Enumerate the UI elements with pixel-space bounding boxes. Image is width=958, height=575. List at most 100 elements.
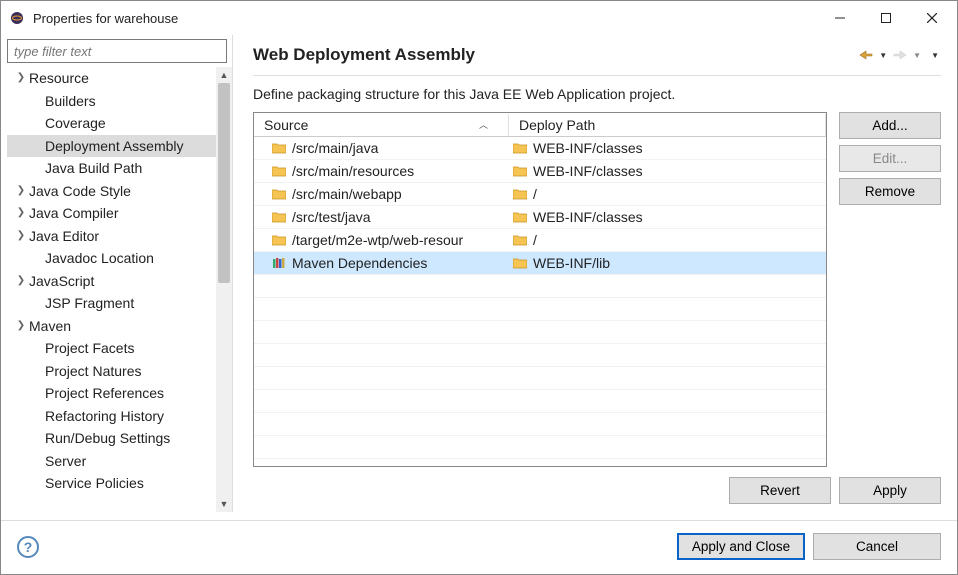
category-tree[interactable]: ❯Resource❯Builders❯Coverage❯Deployment A… (7, 67, 216, 512)
table-row[interactable]: /src/main/java WEB-INF/classes (254, 137, 826, 160)
sidebar-item[interactable]: ❯Java Compiler (7, 202, 216, 225)
folder-icon (513, 257, 527, 269)
expand-icon[interactable]: ❯ (15, 180, 27, 203)
apply-and-close-button[interactable]: Apply and Close (677, 533, 805, 560)
help-icon[interactable]: ? (17, 536, 39, 558)
edit-button[interactable]: Edit... (839, 145, 941, 172)
source-cell: Maven Dependencies (292, 255, 427, 271)
minimize-button[interactable] (817, 3, 863, 33)
source-cell: /src/main/webapp (292, 186, 402, 202)
sidebar-item[interactable]: ❯JSP Fragment (7, 292, 216, 315)
back-menu-icon[interactable]: ▼ (877, 51, 889, 60)
sidebar-item[interactable]: ❯Run/Debug Settings (7, 427, 216, 450)
folder-icon (272, 142, 286, 154)
page-description: Define packaging structure for this Java… (253, 86, 941, 102)
table-row[interactable]: /src/test/javaWEB-INF/classes (254, 206, 826, 229)
sidebar-item[interactable]: ❯Javadoc Location (7, 247, 216, 270)
window-title: Properties for warehouse (33, 11, 817, 26)
close-button[interactable] (909, 3, 955, 33)
table-row-empty (254, 413, 826, 436)
scroll-thumb[interactable] (218, 83, 230, 283)
table-row-empty (254, 436, 826, 459)
folder-icon (272, 234, 286, 246)
column-header-source-label: Source (264, 117, 308, 133)
sidebar-item[interactable]: ❯Project Natures (7, 360, 216, 383)
sidebar-item[interactable]: ❯Coverage (7, 112, 216, 135)
sidebar-item-label: Run/Debug Settings (45, 427, 170, 450)
column-header-source[interactable]: Source ︿ (254, 114, 509, 136)
remove-button[interactable]: Remove (839, 178, 941, 205)
sidebar-item-label: Java Compiler (29, 202, 118, 225)
maximize-button[interactable] (863, 3, 909, 33)
table-row-empty (254, 367, 826, 390)
source-cell: /src/test/java (292, 209, 371, 225)
scroll-up-icon[interactable]: ▲ (216, 67, 232, 83)
divider (253, 75, 941, 76)
sidebar-item-label: Server (45, 450, 86, 473)
folder-icon (513, 188, 527, 200)
source-cell: /src/main/java (292, 140, 378, 156)
sidebar-item[interactable]: ❯Server (7, 450, 216, 473)
table-row[interactable]: /src/main/resourcesWEB-INF/classes (254, 160, 826, 183)
scroll-down-icon[interactable]: ▼ (216, 496, 232, 512)
sidebar-item[interactable]: ❯Java Build Path (7, 157, 216, 180)
sidebar-item-label: Coverage (45, 112, 106, 135)
expand-icon[interactable]: ❯ (15, 67, 27, 90)
source-cell: /target/m2e-wtp/web-resour (292, 232, 463, 248)
deploy-cell: WEB-INF/lib (533, 255, 610, 271)
titlebar: Properties for warehouse (1, 1, 957, 35)
column-header-deploy[interactable]: Deploy Path (509, 114, 826, 136)
folder-icon (513, 165, 527, 177)
library-icon (272, 257, 286, 269)
sidebar-item[interactable]: ❯Project References (7, 382, 216, 405)
sidebar-item-label: Builders (45, 90, 96, 113)
sidebar-item[interactable]: ❯JavaScript (7, 270, 216, 293)
sidebar-item[interactable]: ❯Refactoring History (7, 405, 216, 428)
folder-icon (513, 142, 527, 154)
table-row[interactable]: /src/main/webapp/ (254, 183, 826, 206)
expand-icon[interactable]: ❯ (15, 315, 27, 338)
eclipse-icon (9, 10, 25, 26)
sidebar: ❯Resource❯Builders❯Coverage❯Deployment A… (1, 35, 233, 512)
sidebar-item[interactable]: ❯Deployment Assembly (7, 135, 216, 158)
filter-input[interactable] (7, 39, 227, 63)
sidebar-item[interactable]: ❯Maven (7, 315, 216, 338)
sidebar-item[interactable]: ❯Java Code Style (7, 180, 216, 203)
expand-icon[interactable]: ❯ (15, 270, 27, 293)
folder-icon (513, 234, 527, 246)
sidebar-item-label: Javadoc Location (45, 247, 154, 270)
sidebar-item[interactable]: ❯Service Policies (7, 472, 216, 495)
sidebar-item[interactable]: ❯Builders (7, 90, 216, 113)
table-row[interactable]: Maven Dependencies WEB-INF/lib (254, 252, 826, 275)
revert-button[interactable]: Revert (729, 477, 831, 504)
expand-icon[interactable]: ❯ (15, 202, 27, 225)
back-icon[interactable] (857, 50, 875, 60)
sidebar-item-label: Service Policies (45, 472, 144, 495)
sidebar-item-label: Project Facets (45, 337, 134, 360)
cancel-button[interactable]: Cancel (813, 533, 941, 560)
forward-icon[interactable] (891, 50, 909, 60)
folder-icon (272, 165, 286, 177)
forward-menu-icon[interactable]: ▼ (911, 51, 923, 60)
deploy-cell: WEB-INF/classes (533, 140, 643, 156)
expand-icon[interactable]: ❯ (15, 225, 27, 248)
page-title: Web Deployment Assembly (253, 45, 857, 65)
sidebar-item-label: Deployment Assembly (45, 135, 184, 158)
sidebar-item[interactable]: ❯Project Facets (7, 337, 216, 360)
sidebar-item-label: Project Natures (45, 360, 141, 383)
sidebar-scrollbar[interactable]: ▲ ▼ (216, 67, 232, 512)
apply-button[interactable]: Apply (839, 477, 941, 504)
sidebar-item-label: Java Editor (29, 225, 99, 248)
folder-icon (272, 188, 286, 200)
sidebar-item[interactable]: ❯Java Editor (7, 225, 216, 248)
sidebar-item[interactable]: ❯Resource (7, 67, 216, 90)
sidebar-item-label: Java Code Style (29, 180, 131, 203)
add-button[interactable]: Add... (839, 112, 941, 139)
view-menu-icon[interactable]: ▼ (929, 51, 941, 60)
folder-icon (513, 211, 527, 223)
deploy-cell: WEB-INF/classes (533, 163, 643, 179)
table-row[interactable]: /target/m2e-wtp/web-resour/ (254, 229, 826, 252)
sidebar-item-label: Resource (29, 67, 89, 90)
sidebar-item-label: JavaScript (29, 270, 94, 293)
sidebar-item-label: Project References (45, 382, 164, 405)
